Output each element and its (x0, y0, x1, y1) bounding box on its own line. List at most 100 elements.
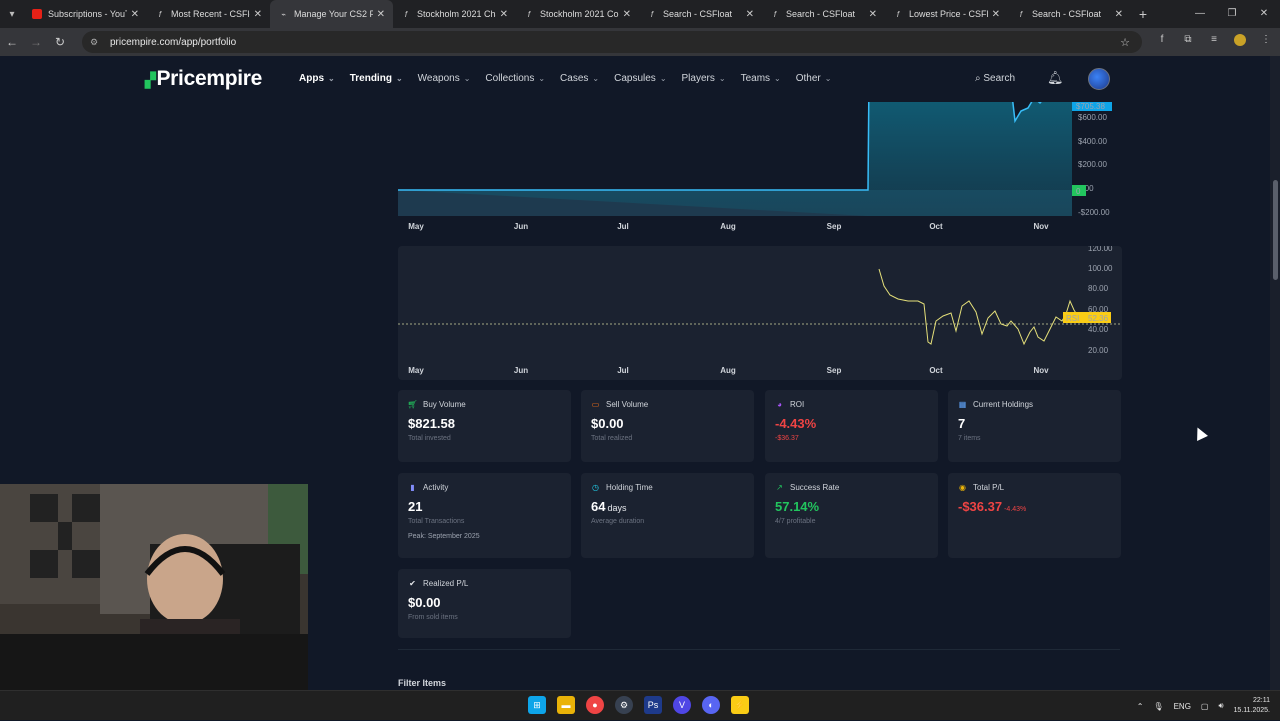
csfloat-icon: f (773, 9, 777, 19)
menu-item-teams[interactable]: Teams ⌄ (741, 73, 781, 84)
restore-icon[interactable]: ❐ (1216, 0, 1248, 28)
chevron-down-icon: ⌄ (718, 74, 726, 83)
pricempire-logo[interactable]: ▞Pricempire (145, 67, 262, 91)
bookmark-star-icon[interactable]: ☆ (1120, 36, 1130, 49)
photoshop-icon[interactable]: Ps (644, 696, 662, 714)
volume-icon[interactable]: 🔊︎ (1218, 701, 1223, 711)
menu-item-players[interactable]: Players ⌄ (682, 73, 726, 84)
tray-overflow-icon[interactable]: ⌃ (1137, 702, 1144, 711)
csfloat-icon: f (527, 9, 531, 19)
trending-up-icon: ↗ (776, 483, 783, 492)
csfloat-extension-icon[interactable]: f (1156, 34, 1168, 46)
menu-item-other[interactable]: Other ⌄ (796, 73, 832, 84)
main-menu: Apps ⌄ Trending ⌄ Weapons ⌄ Collections ⌄ Ca… (299, 73, 846, 84)
file-explorer-icon[interactable]: ▬ (557, 696, 575, 714)
activity-card: ▮ Activity 21 Total Transactions Peak: Se… (398, 473, 571, 558)
sell-volume-card: ▭ Sell Volume $0.00 Total realized (581, 390, 754, 462)
price-y-tick: $200.00 (1078, 160, 1107, 169)
menu-item-cases[interactable]: Cases ⌄ (560, 73, 599, 84)
menu-item-collections[interactable]: Collections ⌄ (485, 73, 545, 84)
clock[interactable]: 22:11 15.11.2025. (1234, 696, 1270, 716)
chevron-down-icon: ⌄ (659, 74, 667, 83)
section-divider (398, 649, 1120, 650)
grid-icon: ▦ (958, 400, 967, 409)
rsi-x-label: Sep (827, 366, 842, 375)
rsi-y-tick: 100.00 (1088, 264, 1113, 273)
browser-tab[interactable]: fMost Recent - CSFloa✕ (147, 0, 270, 28)
menu-item-trending[interactable]: Trending ⌄ (350, 73, 403, 84)
csfloat-icon: f (158, 9, 162, 19)
browser-tab[interactable]: f Stockholm 2021 Chal ✕ (393, 0, 516, 28)
user-avatar[interactable] (1088, 68, 1110, 90)
chevron-down-icon: ⌄ (328, 74, 335, 83)
price-x-label: Oct (929, 222, 943, 231)
page-scrollbar[interactable] (1270, 56, 1280, 690)
close-icon[interactable]: ✕ (500, 9, 508, 20)
close-icon[interactable]: ✕ (869, 9, 877, 20)
media-queue-icon[interactable]: ≡ (1208, 34, 1220, 46)
mouse-cursor (1192, 425, 1208, 441)
webcam-image (0, 484, 308, 690)
close-icon[interactable]: ✕ (992, 9, 1000, 20)
search-button[interactable]: ⌕ Search (975, 73, 1015, 84)
browser-tab[interactable]: f Search - CSFloat ✕ (1008, 0, 1131, 28)
filter-items-title: Filter Items (398, 678, 447, 688)
steam-icon[interactable]: ⚙ (615, 696, 633, 714)
taskbar-apps: ⊞ ▬ ● ⚙ Ps V ◐ ⚡ (528, 696, 749, 714)
close-window-icon[interactable]: ✕ (1248, 0, 1280, 28)
rsi-x-label: Aug (720, 366, 736, 375)
scrollbar-thumb[interactable] (1273, 180, 1278, 280)
browser-tab-active[interactable]: ⌁Manage Your CS2 Por✕ (270, 0, 393, 28)
network-icon[interactable]: ▢ (1201, 702, 1209, 711)
browser-menu-icon[interactable]: ⋮ (1260, 34, 1272, 46)
address-bar-row: ← → ↻ ⚙ pricempire.com/app/portfolio ☆ f… (0, 28, 1280, 56)
rsi-y-tick: 20.00 (1088, 346, 1109, 355)
browser-tab[interactable]: Subscriptions - YouTu ✕ (24, 0, 147, 28)
close-icon[interactable]: ✕ (131, 9, 139, 20)
url-field[interactable]: ⚙ pricempire.com/app/portfolio ☆ (82, 31, 1142, 53)
chrome-icon[interactable]: ● (586, 696, 604, 714)
app-icon[interactable]: ⚡ (731, 696, 749, 714)
browser-tab[interactable]: f Lowest Price - CSFlo ✕ (885, 0, 1008, 28)
chevron-down-icon: ⌄ (592, 74, 600, 83)
price-y-tick: $400.00 (1078, 137, 1107, 146)
notifications-bell-icon[interactable]: 🔔︎ (1047, 70, 1064, 86)
new-tab-button[interactable]: + (1131, 6, 1155, 22)
language-indicator[interactable]: ENG (1174, 702, 1191, 711)
rsi-x-label: Jun (514, 366, 528, 375)
coin-icon: ◉ (959, 483, 966, 492)
browser-tab[interactable]: f Search - CSFloat ✕ (639, 0, 762, 28)
rsi-x-label: Jul (617, 366, 629, 375)
close-icon[interactable]: ✕ (1115, 9, 1123, 20)
buy-volume-card: 🛒︎ Buy Volume $821.58 Total invested (398, 390, 571, 462)
site-info-icon[interactable]: ⚙ (90, 37, 102, 48)
discord-icon[interactable]: ◐ (702, 696, 720, 714)
close-icon[interactable]: ✕ (377, 9, 385, 20)
search-icon: ⌕ (975, 73, 981, 84)
browser-tab[interactable]: f Stockholm 2021 Con ✕ (516, 0, 639, 28)
forward-icon[interactable]: → (24, 35, 48, 49)
windows-start-icon[interactable]: ⊞ (528, 696, 546, 714)
price-x-label: Sep (827, 222, 842, 231)
browser-tab[interactable]: f Search - CSFloat ✕ (762, 0, 885, 28)
reload-icon[interactable]: ↻ (48, 35, 72, 49)
rsi-x-label: Oct (929, 366, 943, 375)
rsi-x-label: Nov (1033, 366, 1049, 375)
minimize-icon[interactable]: — (1184, 0, 1216, 28)
csfloat-icon: f (1019, 9, 1023, 19)
back-icon[interactable]: ← (0, 35, 24, 49)
close-icon[interactable]: ✕ (746, 9, 754, 20)
price-x-label: May (408, 222, 424, 231)
vpn-icon[interactable]: V (673, 696, 691, 714)
menu-item-weapons[interactable]: Weapons ⌄ (418, 73, 471, 84)
bar-chart-icon: ▮ (410, 483, 415, 492)
extensions-icon[interactable]: ⧉ (1182, 34, 1194, 46)
profile-avatar-icon[interactable] (1234, 34, 1246, 46)
rsi-y-tick: 120.00 (1088, 246, 1113, 253)
menu-item-capsules[interactable]: Capsules ⌄ (614, 73, 666, 84)
close-icon[interactable]: ✕ (623, 9, 631, 20)
tab-search-button[interactable]: ▾ (0, 0, 24, 28)
menu-item-apps[interactable]: Apps ⌄ (299, 73, 335, 84)
close-icon[interactable]: ✕ (254, 9, 262, 20)
microphone-icon[interactable]: 🎙︎ (1153, 702, 1163, 711)
